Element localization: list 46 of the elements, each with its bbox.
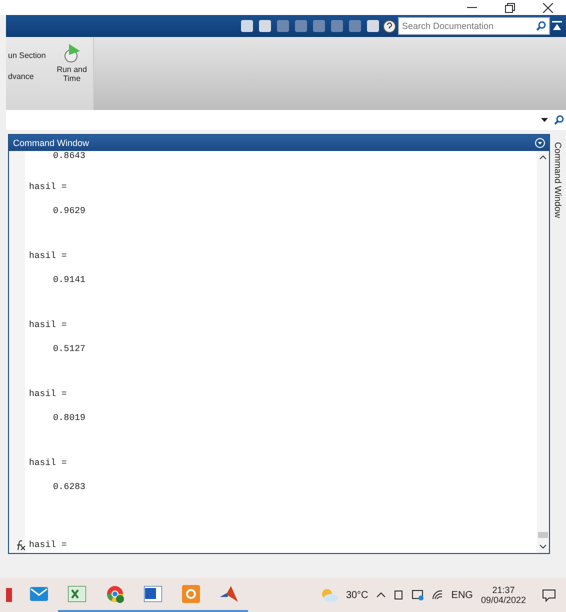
search-field[interactable]: Search Documentation bbox=[398, 17, 550, 35]
scroll-thumb[interactable] bbox=[538, 532, 548, 538]
screen-icon[interactable] bbox=[412, 590, 424, 600]
document-icon bbox=[144, 586, 162, 602]
prompt-text: hasil = bbox=[29, 540, 67, 550]
peak-logo-icon bbox=[220, 586, 238, 602]
search-icon[interactable] bbox=[536, 21, 546, 31]
side-tab[interactable]: Command Window bbox=[553, 142, 563, 578]
output-value: 0.5127 bbox=[53, 344, 86, 354]
language-indicator[interactable]: ENG bbox=[451, 590, 473, 600]
close-button[interactable] bbox=[540, 0, 556, 14]
output-label: hasil = bbox=[29, 320, 67, 330]
help-icon[interactable] bbox=[383, 20, 396, 32]
output-label: hasil = bbox=[29, 182, 67, 192]
search-icon[interactable] bbox=[554, 115, 564, 125]
ribbon-label[interactable]: un Section bbox=[8, 51, 46, 60]
output-label: hasil = bbox=[29, 388, 67, 398]
browser-icon bbox=[106, 585, 124, 603]
run-and-time-button[interactable]: Run and Time bbox=[54, 43, 90, 110]
restore-button[interactable] bbox=[502, 0, 518, 14]
clock[interactable]: 21:37 09/04/2022 bbox=[480, 585, 526, 605]
output-value: 0.6283 bbox=[53, 482, 86, 492]
spreadsheet-icon bbox=[68, 586, 86, 602]
device-icon[interactable] bbox=[394, 589, 404, 601]
output-value: 0.8019 bbox=[53, 413, 86, 423]
output-label: hasil = bbox=[29, 458, 67, 468]
panel-menu-icon[interactable] bbox=[535, 138, 545, 148]
scroll-down-icon[interactable] bbox=[539, 544, 547, 549]
output-value: 0.8643 bbox=[53, 151, 86, 161]
stopwatch-play-icon bbox=[62, 43, 81, 63]
scroll-up-icon[interactable] bbox=[539, 155, 547, 160]
output-value: 0.9141 bbox=[53, 275, 86, 285]
wifi-icon[interactable] bbox=[432, 590, 444, 600]
weather-icon bbox=[320, 588, 338, 602]
panel-title: Command Window bbox=[13, 138, 90, 148]
dropdown-caret-icon[interactable] bbox=[541, 118, 548, 122]
caret-up-icon[interactable] bbox=[376, 592, 386, 598]
temperature-text: 30°C bbox=[346, 590, 368, 600]
ribbon-label[interactable]: dvance bbox=[8, 72, 46, 81]
output-value: 0.9629 bbox=[53, 206, 86, 216]
notification-icon[interactable] bbox=[542, 588, 556, 602]
document-app-icon bbox=[182, 585, 200, 603]
output-label: hasil = bbox=[29, 250, 67, 260]
minimize-icon[interactable] bbox=[467, 6, 477, 8]
envelope-icon bbox=[30, 587, 48, 601]
collapse-icon[interactable] bbox=[552, 21, 562, 31]
